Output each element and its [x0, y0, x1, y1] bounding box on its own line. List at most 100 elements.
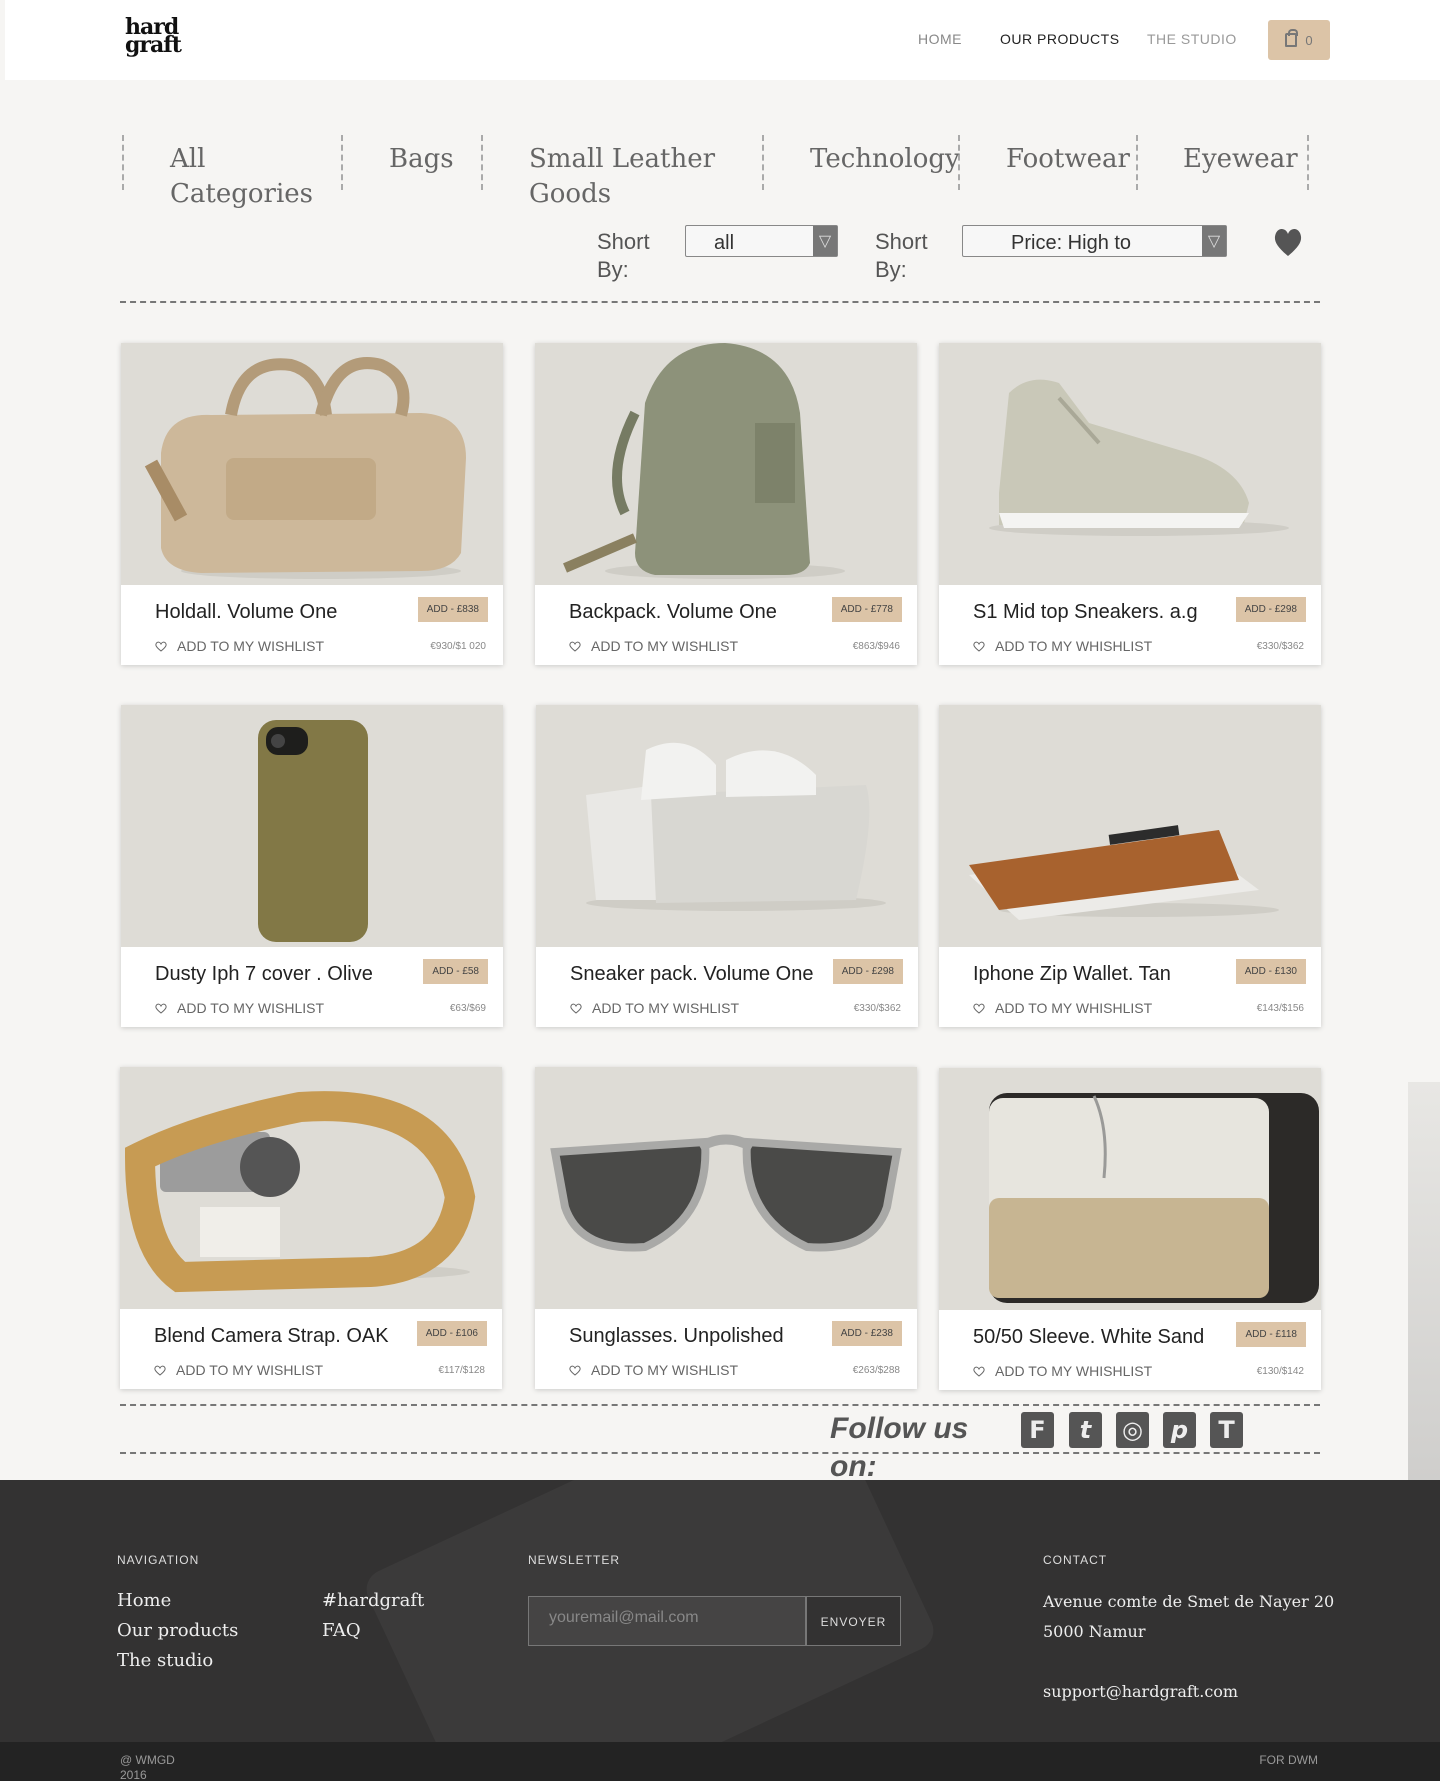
logo[interactable]: hard graft — [125, 16, 182, 56]
product-image[interactable] — [535, 1067, 917, 1309]
footer-link-home[interactable]: Home — [117, 1590, 171, 1611]
product-card[interactable]: Sunglasses. Unpolished ADD TO MY WISHLIS… — [535, 1067, 917, 1389]
product-image[interactable] — [120, 1067, 502, 1309]
sort-price-select[interactable]: Price: High to ▽ — [962, 225, 1227, 257]
heart-outline-icon — [569, 1365, 581, 1376]
add-to-wishlist-link[interactable]: ADD TO MY WISHLIST — [570, 1000, 739, 1016]
add-to-cart-button[interactable]: ADD - £106 — [416, 1321, 487, 1346]
divider — [120, 1452, 1320, 1454]
heart-outline-icon — [569, 641, 581, 652]
footer-link-hardgraft[interactable]: #hardgraft — [322, 1590, 424, 1611]
product-name[interactable]: Backpack. Volume One — [569, 601, 777, 624]
add-to-cart-button[interactable]: ADD - £298 — [1235, 597, 1306, 622]
category-bags[interactable]: Bags — [389, 142, 454, 177]
product-name[interactable]: Blend Camera Strap. OAK — [154, 1325, 389, 1348]
wishlist-label: ADD TO MY WISHLIST — [177, 1000, 325, 1016]
newsletter-email-input[interactable]: youremail@mail.com — [528, 1596, 806, 1646]
contact-address-line1: Avenue comte de Smet de Nayer 20 — [1043, 1592, 1335, 1611]
cart-button[interactable]: 0 — [1268, 20, 1330, 60]
category-footwear[interactable]: Footwear — [1006, 142, 1130, 177]
product-name[interactable]: Sneaker pack. Volume One — [570, 963, 813, 986]
credit: FOR DWM — [1259, 1753, 1318, 1767]
product-name[interactable]: Dusty Iph 7 cover . Olive — [155, 963, 373, 986]
category-divider — [958, 135, 960, 190]
product-card[interactable]: Holdall. Volume One ADD TO MY WISHLIST A… — [121, 343, 503, 665]
product-card[interactable]: Blend Camera Strap. OAK ADD TO MY WISHLI… — [120, 1067, 502, 1389]
cart-count: 0 — [1305, 32, 1313, 48]
nav-our-products[interactable]: OUR PRODUCTS — [1000, 31, 1120, 47]
add-to-cart-button[interactable]: ADD - £58 — [423, 959, 488, 984]
wishlist-label: ADD TO MY WHISHLIST — [995, 1000, 1153, 1016]
product-name[interactable]: Sunglasses. Unpolished — [569, 1325, 784, 1348]
add-to-wishlist-link[interactable]: ADD TO MY WISHLIST — [155, 638, 324, 654]
product-card[interactable]: 50/50 Sleeve. White Sand ADD TO MY WHISH… — [939, 1068, 1321, 1390]
product-name[interactable]: 50/50 Sleeve. White Sand — [973, 1326, 1204, 1349]
heart-outline-icon — [973, 641, 985, 652]
dropdown-triangle-icon[interactable]: ▽ — [813, 226, 837, 256]
pinterest-icon[interactable]: p — [1163, 1412, 1196, 1448]
tumblr-icon[interactable]: t — [1069, 1412, 1102, 1448]
product-image[interactable] — [536, 705, 918, 947]
add-to-cart-button[interactable]: ADD - £838 — [417, 597, 488, 622]
add-to-cart-button[interactable]: ADD - £130 — [1235, 959, 1306, 984]
footer-newsletter-heading: NEWSLETTER — [528, 1553, 621, 1567]
add-to-wishlist-link[interactable]: ADD TO MY WISHLIST — [154, 1362, 323, 1378]
category-divider — [762, 135, 764, 190]
add-to-cart-button[interactable]: ADD - £778 — [831, 597, 902, 622]
product-card[interactable]: S1 Mid top Sneakers. a.g ADD TO MY WHISH… — [939, 343, 1321, 665]
contact-address-line2: 5000 Namur — [1043, 1622, 1146, 1641]
add-to-cart-button[interactable]: ADD - £238 — [831, 1321, 902, 1346]
background-decoration — [1408, 1082, 1440, 1480]
category-all[interactable]: All Categories — [170, 142, 330, 212]
newsletter-send-button[interactable]: ENVOYER — [806, 1596, 901, 1646]
nav-home[interactable]: HOME — [918, 31, 962, 47]
product-card[interactable]: Iphone Zip Wallet. Tan ADD TO MY WHISHLI… — [939, 705, 1321, 1027]
instagram-icon[interactable]: ◎ — [1116, 1412, 1149, 1448]
dropdown-triangle-icon[interactable]: ▽ — [1202, 226, 1226, 256]
add-to-cart-button[interactable]: ADD - £118 — [1236, 1322, 1306, 1347]
product-name[interactable]: S1 Mid top Sneakers. a.g — [973, 601, 1198, 624]
add-to-wishlist-link[interactable]: ADD TO MY WISHLIST — [569, 638, 738, 654]
footer-link-our-products[interactable]: Our products — [117, 1620, 238, 1641]
add-to-wishlist-link[interactable]: ADD TO MY WHISHLIST — [973, 638, 1152, 654]
wishlist-label: ADD TO MY WISHLIST — [177, 638, 325, 654]
product-name[interactable]: Iphone Zip Wallet. Tan — [973, 963, 1171, 986]
product-image[interactable] — [121, 705, 503, 947]
add-to-wishlist-link[interactable]: ADD TO MY WHISHLIST — [973, 1363, 1152, 1379]
divider — [120, 1404, 1320, 1406]
site-footer: NAVIGATION Home Our products The studio … — [0, 1480, 1440, 1742]
add-to-wishlist-link[interactable]: ADD TO MY WISHLIST — [155, 1000, 324, 1016]
footer-contact-heading: CONTACT — [1043, 1553, 1108, 1567]
twitter-icon[interactable]: T — [1210, 1412, 1243, 1448]
heart-outline-icon — [973, 1366, 985, 1377]
divider — [120, 301, 1320, 303]
add-to-cart-button[interactable]: ADD - £298 — [832, 959, 903, 984]
product-card[interactable]: Sneaker pack. Volume One ADD TO MY WISHL… — [536, 705, 918, 1027]
contact-email-link[interactable]: support@hardgraft.com — [1043, 1682, 1238, 1701]
add-to-wishlist-link[interactable]: ADD TO MY WISHLIST — [569, 1362, 738, 1378]
product-name[interactable]: Holdall. Volume One — [155, 601, 337, 624]
follow-us-label: Follow us on: — [830, 1412, 969, 1483]
product-price: €130/$142 — [1256, 1366, 1304, 1377]
sort-category-select[interactable]: all ▽ — [685, 225, 838, 257]
add-to-wishlist-link[interactable]: ADD TO MY WHISHLIST — [973, 1000, 1152, 1016]
wishlist-label: ADD TO MY WISHLIST — [591, 638, 739, 654]
category-small-leather-goods[interactable]: Small Leather Goods — [529, 142, 729, 212]
heart-outline-icon — [155, 1003, 167, 1014]
product-image[interactable] — [939, 705, 1321, 947]
sort-category-value: all — [714, 232, 735, 254]
footer-link-faq[interactable]: FAQ — [322, 1620, 361, 1641]
product-card[interactable]: Dusty Iph 7 cover . Olive ADD TO MY WISH… — [121, 705, 503, 1027]
category-eyewear[interactable]: Eyewear — [1183, 142, 1298, 177]
category-technology[interactable]: Technology — [810, 142, 960, 177]
product-image[interactable] — [939, 1068, 1321, 1310]
wishlist-heart-icon[interactable] — [1272, 225, 1304, 259]
product-image[interactable] — [939, 343, 1321, 585]
footer-link-the-studio[interactable]: The studio — [117, 1650, 213, 1671]
facebook-icon[interactable]: F — [1021, 1412, 1054, 1448]
heart-outline-icon — [973, 1003, 985, 1014]
product-image[interactable] — [535, 343, 917, 585]
nav-the-studio[interactable]: THE STUDIO — [1147, 31, 1237, 47]
product-image[interactable] — [121, 343, 503, 585]
product-card[interactable]: Backpack. Volume One ADD TO MY WISHLIST … — [535, 343, 917, 665]
